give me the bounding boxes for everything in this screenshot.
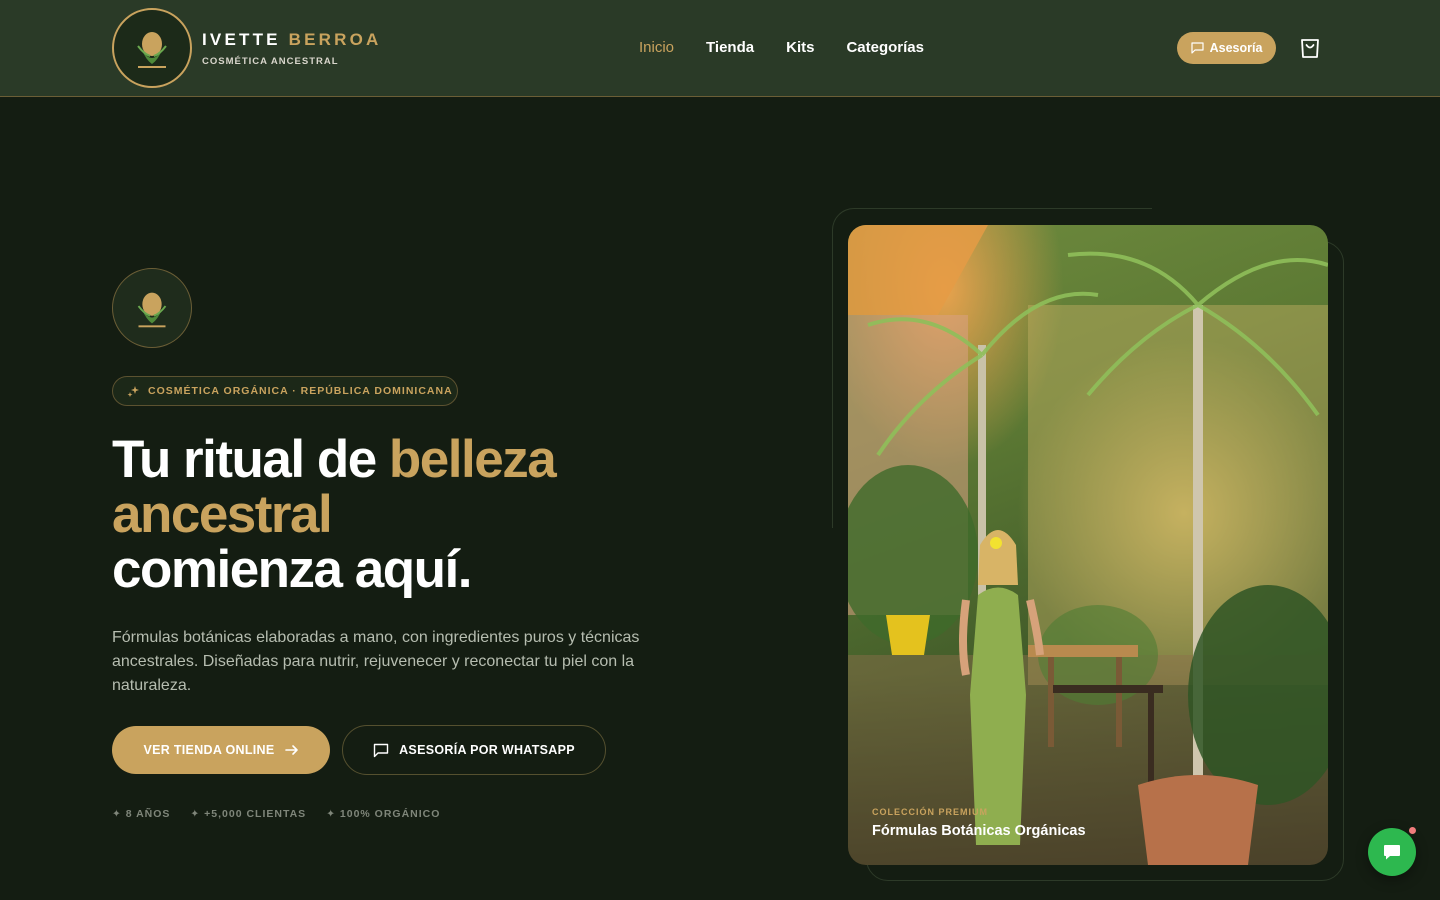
nav-item-kits[interactable]: Kits [786,39,814,56]
hero-logo [112,268,192,348]
whatsapp-advice-button[interactable]: ASESORÍA POR WHATSAPP [342,725,606,775]
ver-tienda-label: VER TIENDA ONLINE [143,743,275,757]
photo-caption-kicker: COLECCIÓN PREMIUM [872,807,988,817]
hero-headline: Tu ritual de belleza ancestral comienza … [112,430,557,599]
asesoria-button-label: Asesoría [1209,41,1263,55]
logo-emblem-icon [137,292,167,328]
notification-dot [1407,825,1418,836]
brand-logo[interactable] [112,8,192,88]
photo-caption-title: Fórmulas Botánicas Orgánicas [872,823,1086,839]
main-nav: Inicio Tienda Kits Categorías [639,39,924,56]
stat-clients: ✦ +5,000 CLIENTAS [190,808,307,820]
origin-badge: COSMÉTICA ORGÁNICA · REPÚBLICA DOMINICAN… [112,376,458,406]
cart-button[interactable] [1299,37,1321,59]
origin-badge-label: COSMÉTICA ORGÁNICA · REPÚBLICA DOMINICAN… [148,385,453,397]
nav-item-tienda[interactable]: Tienda [706,39,754,56]
stat-organic: ✦ 100% ORGÁNICO [326,808,441,820]
garden-photo-illustration [848,225,1328,865]
brand-tagline: COSMÉTICA ANCESTRAL [202,56,339,67]
nav-item-inicio[interactable]: Inicio [639,39,674,56]
site-header: IVETTE BERROA COSMÉTICA ANCESTRAL Inicio… [0,0,1440,97]
arrow-right-icon [284,745,298,755]
whatsapp-advice-label: ASESORÍA POR WHATSAPP [399,743,575,757]
ver-tienda-button[interactable]: VER TIENDA ONLINE [112,726,330,774]
hero-description: Fórmulas botánicas elaboradas a mano, co… [112,629,640,694]
nav-item-categorias[interactable]: Categorías [846,39,924,56]
asesoria-button[interactable]: Asesoría [1177,32,1276,64]
message-icon [1384,845,1400,860]
chat-bubble-icon [1190,42,1204,54]
logo-emblem-icon [137,32,167,68]
brand-name: IVETTE BERROA [202,30,382,49]
hero-stats: ✦ 8 AÑOS ✦ +5,000 CLIENTAS ✦ 100% ORGÁNI… [112,808,440,820]
shopping-bag-icon [1301,39,1319,58]
hero-photo [848,225,1328,865]
sparkles-icon [127,385,139,397]
chat-bubble-icon [373,743,389,757]
stat-years: ✦ 8 AÑOS [112,808,171,820]
